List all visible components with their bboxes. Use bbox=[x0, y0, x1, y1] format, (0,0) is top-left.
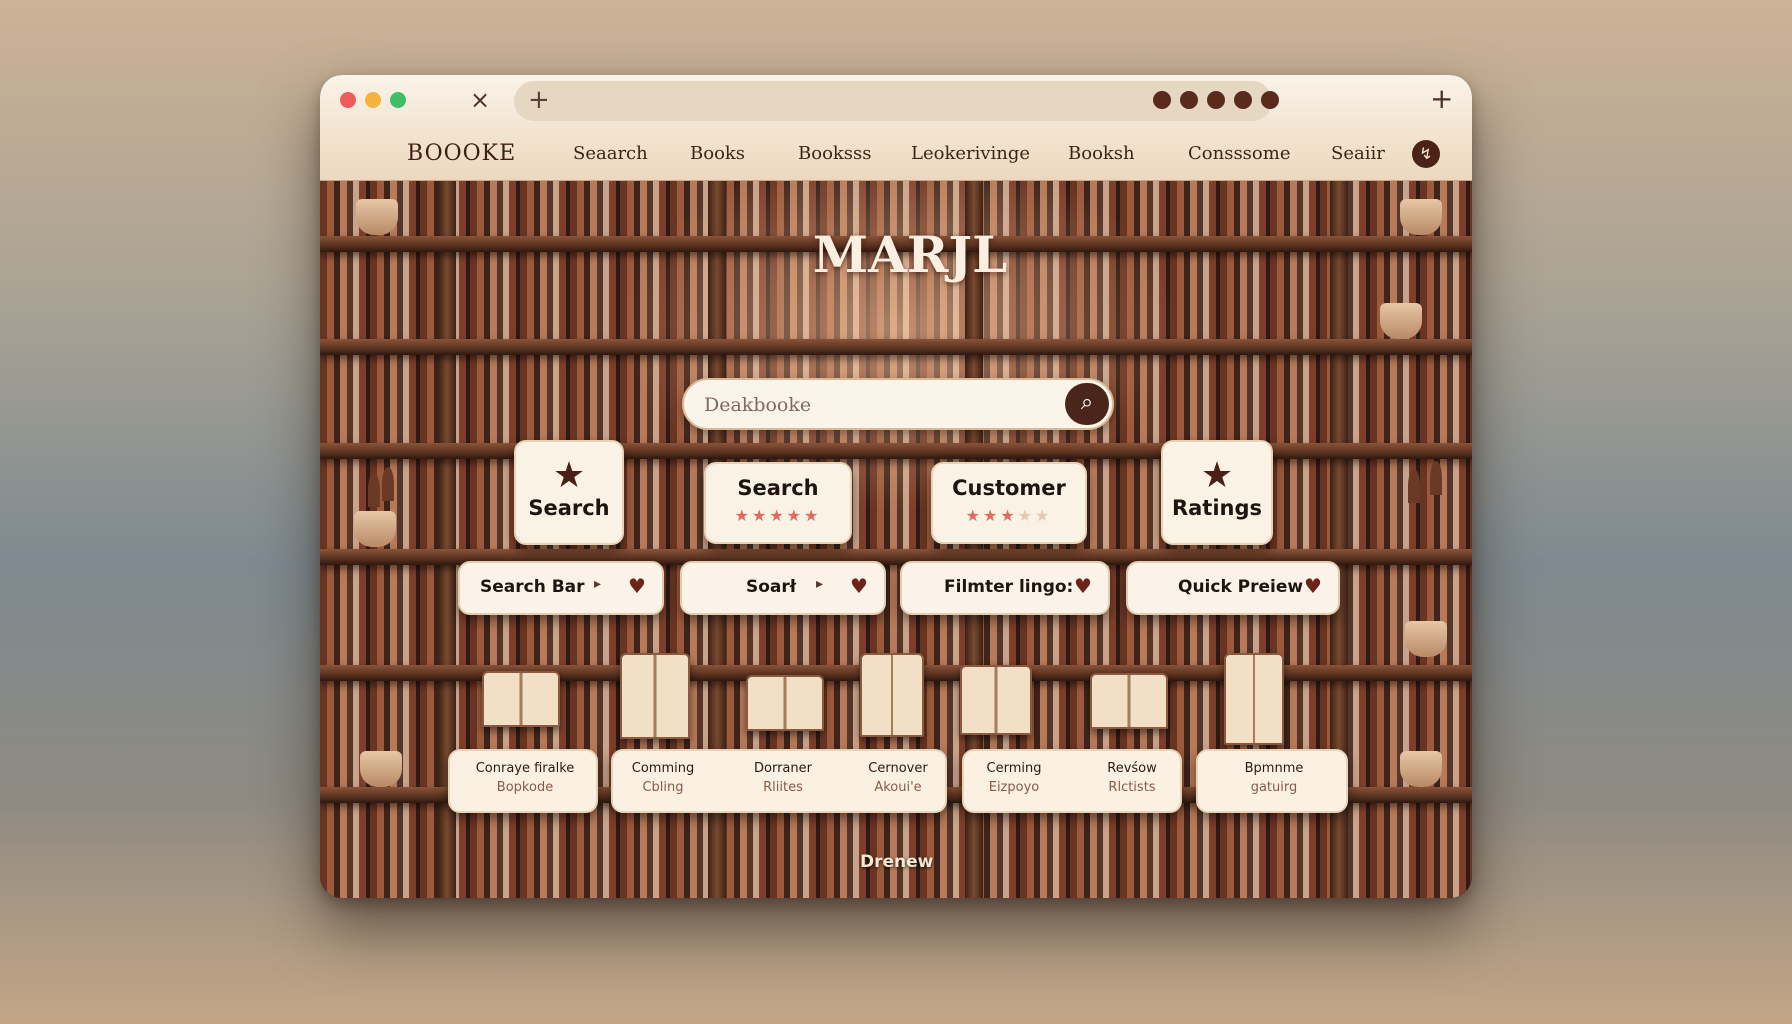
open-book-illustration bbox=[1090, 673, 1168, 729]
toolbar-circle-button-5[interactable] bbox=[1261, 91, 1279, 109]
site-navbar: BOOOKE Seaarch Books Booksss Leokeriving… bbox=[320, 126, 1472, 181]
plant-decoration bbox=[1400, 199, 1442, 235]
nav-link-7[interactable]: Seaiir bbox=[1331, 143, 1385, 164]
heart-icon[interactable]: ♥ bbox=[850, 574, 868, 598]
main-search: ⌕ bbox=[682, 378, 1114, 430]
nav-link-5[interactable]: Booksh bbox=[1068, 143, 1135, 164]
info-card[interactable]: Bpmnme gatuirg bbox=[1196, 749, 1348, 813]
browser-window: × + + BOOOKE Seaarch Books Booksss Leoke… bbox=[320, 75, 1472, 898]
toolbar-circle-button-1[interactable] bbox=[1153, 91, 1171, 109]
open-book-illustration bbox=[746, 675, 824, 731]
star-icon: ★ bbox=[552, 455, 586, 496]
card-title: Search bbox=[737, 476, 819, 500]
nav-link-6[interactable]: Consssome bbox=[1188, 143, 1290, 164]
account-icon[interactable]: ↯ bbox=[1412, 140, 1440, 168]
open-book-illustration bbox=[620, 653, 690, 739]
info-card[interactable]: Conraye firalke Bopkode bbox=[448, 749, 598, 813]
arrow-icon: ▸ bbox=[816, 576, 824, 592]
add-icon[interactable]: + bbox=[1430, 82, 1453, 116]
ratings-card[interactable]: ★ Ratings bbox=[1161, 440, 1273, 545]
footer-label: Drenew bbox=[860, 852, 934, 872]
toolbar-circle-button-3[interactable] bbox=[1207, 91, 1225, 109]
info-card[interactable]: Comming Cbling Dorraner Rliites Cernover… bbox=[611, 749, 947, 813]
feature-soart[interactable]: Soarł ▸ ♥ bbox=[680, 561, 886, 615]
customer-card[interactable]: Customer ★★★★★ bbox=[931, 462, 1087, 544]
open-book-illustration bbox=[482, 671, 560, 727]
nav-link-4[interactable]: Leokerivinge bbox=[911, 143, 1030, 164]
toolbar-circle-button-4[interactable] bbox=[1234, 91, 1252, 109]
plant-decoration bbox=[354, 511, 396, 547]
maximize-window-button[interactable] bbox=[390, 92, 406, 108]
plant-decoration bbox=[360, 751, 402, 787]
open-book-illustration bbox=[860, 653, 924, 737]
feature-label: Quick Preiew bbox=[1178, 577, 1304, 597]
heart-icon[interactable]: ♥ bbox=[1304, 574, 1322, 598]
arrow-icon: ▸ bbox=[594, 576, 602, 592]
feature-label: Filmter lingo: bbox=[944, 577, 1074, 597]
plant-decoration bbox=[1400, 751, 1442, 787]
feature-quick-preview[interactable]: Quick Preiew ♥ bbox=[1126, 561, 1340, 615]
hero-title: MARJL bbox=[812, 225, 1008, 284]
search-input[interactable] bbox=[704, 392, 1034, 418]
feature-label: Soarł bbox=[746, 577, 797, 597]
nav-link-2[interactable]: Books bbox=[690, 143, 745, 164]
nav-link-1[interactable]: Seaarch bbox=[573, 143, 648, 164]
close-window-button[interactable] bbox=[340, 92, 356, 108]
browser-titlebar: × + + bbox=[320, 75, 1472, 126]
nav-link-3[interactable]: Booksss bbox=[798, 143, 872, 164]
info-card[interactable]: Cerming Eizpoyo Revśow Rlctists bbox=[962, 749, 1182, 813]
search-card[interactable]: ★ Search bbox=[514, 440, 624, 545]
feature-label: Search Bar bbox=[480, 577, 585, 597]
toolbar-circle-button-2[interactable] bbox=[1180, 91, 1198, 109]
heart-icon[interactable]: ♥ bbox=[1074, 574, 1092, 598]
new-tab-icon[interactable]: + bbox=[528, 84, 550, 116]
feature-filter[interactable]: Filmter lingo: ♥ bbox=[900, 561, 1110, 615]
star-icon: ★ bbox=[1200, 455, 1234, 496]
plant-decoration bbox=[1380, 303, 1422, 339]
card-title: Customer bbox=[952, 476, 1066, 500]
card-title: Search bbox=[528, 496, 610, 520]
rating-stars: ★★★★★ bbox=[965, 506, 1053, 525]
card-title: Ratings bbox=[1171, 496, 1263, 520]
heart-icon[interactable]: ♥ bbox=[628, 574, 646, 598]
open-book-illustration bbox=[960, 665, 1032, 735]
search-rating-card[interactable]: Search ★★★★★ bbox=[704, 462, 852, 544]
plant-decoration bbox=[1405, 621, 1447, 657]
minimize-window-button[interactable] bbox=[365, 92, 381, 108]
brand-logo[interactable]: BOOOKE bbox=[407, 141, 516, 166]
plant-decoration bbox=[356, 199, 398, 235]
search-button[interactable]: ⌕ bbox=[1065, 383, 1109, 425]
open-book-illustration bbox=[1224, 653, 1284, 745]
rating-stars: ★★★★★ bbox=[734, 506, 822, 525]
close-tab-icon[interactable]: × bbox=[470, 84, 490, 116]
feature-search-bar[interactable]: Search Bar ▸ ♥ bbox=[458, 561, 664, 615]
